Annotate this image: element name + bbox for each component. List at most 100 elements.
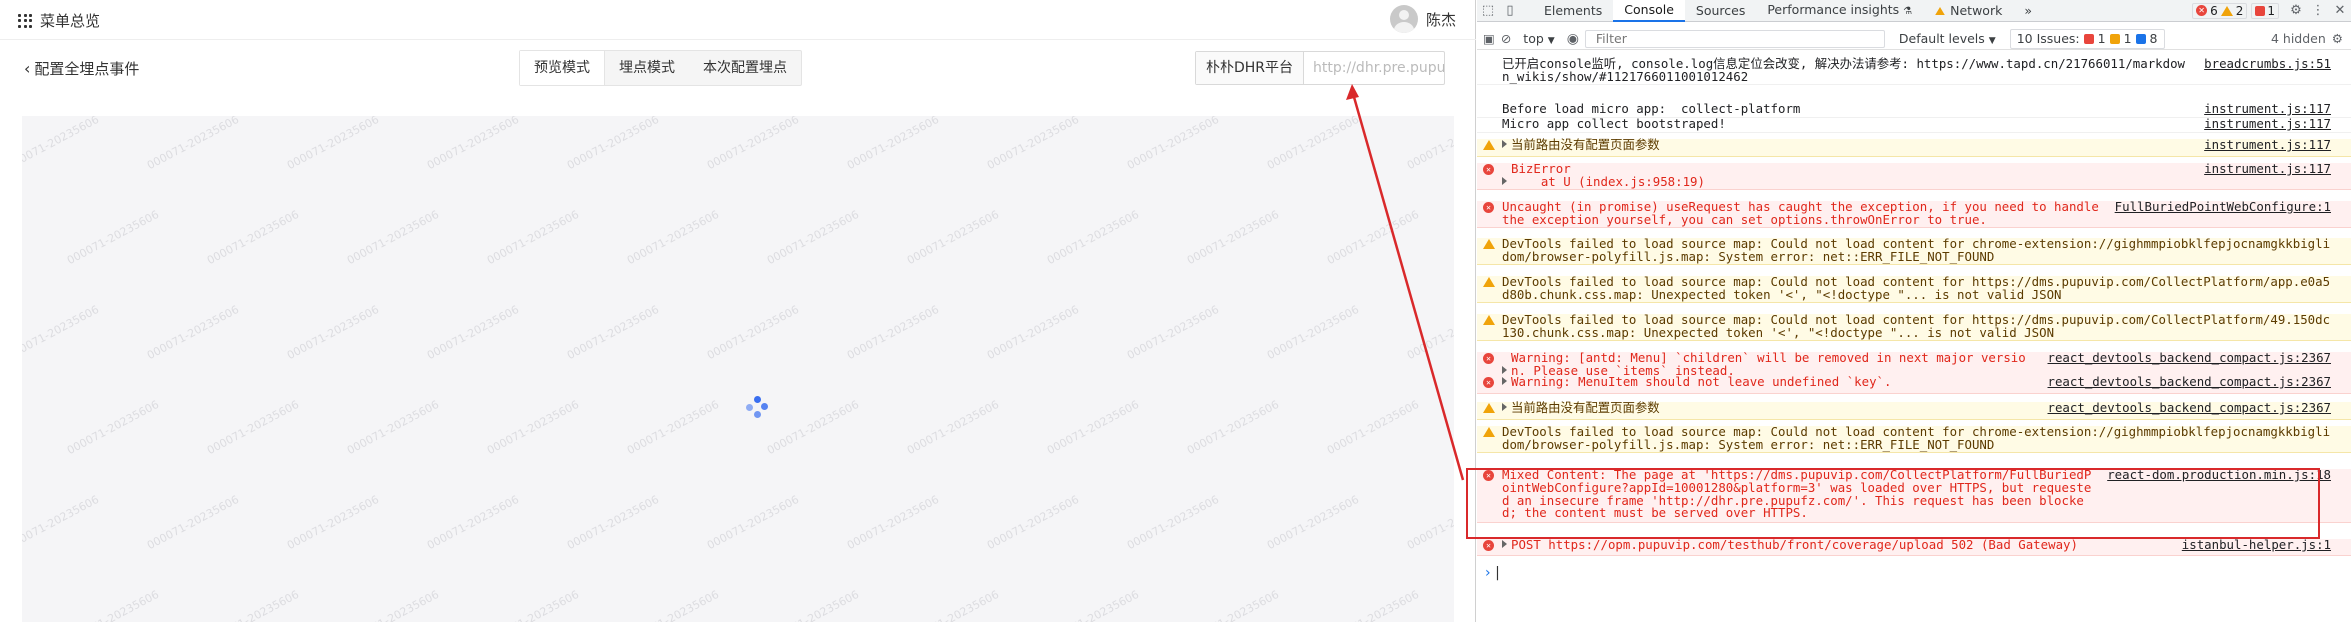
expand-triangle-icon[interactable] bbox=[1502, 403, 1507, 411]
close-icon[interactable]: ✕ bbox=[2329, 1, 2351, 21]
expand-triangle-icon[interactable] bbox=[1502, 540, 1507, 548]
loading-spinner-icon bbox=[746, 396, 768, 418]
console-message-info[interactable]: Micro app collect bootstraped! instrument… bbox=[1477, 117, 2351, 133]
console-message-warning[interactable]: 当前路由没有配置页面参数 react_devtools_backend_compa… bbox=[1477, 401, 2351, 420]
tab-elements[interactable]: Elements bbox=[1533, 0, 1613, 21]
chevron-down-icon: ▼ bbox=[1547, 36, 1555, 46]
console-message-error[interactable]: ✕ POST https://opm.pupuvip.com/testhub/fr… bbox=[1477, 538, 2351, 556]
watermark-text: 000071-20235606 bbox=[284, 116, 382, 173]
console-source-link[interactable]: instrument.js:117 bbox=[2196, 138, 2331, 152]
menu-overview-button[interactable]: 菜单总览 bbox=[18, 10, 100, 31]
error-count: 6 bbox=[2210, 3, 2218, 18]
avatar bbox=[1389, 5, 1418, 33]
issues-info: 8 bbox=[2149, 30, 2158, 46]
filter-input[interactable]: Filter bbox=[1584, 29, 1885, 48]
sidebar-toggle-icon[interactable]: ▣ bbox=[1483, 31, 1495, 46]
watermark-text: 000071-20235606 bbox=[344, 207, 442, 268]
watermark-text: 000071-20235606 bbox=[144, 116, 242, 173]
console-source-link[interactable]: breadcrumbs.js:51 bbox=[2196, 57, 2331, 71]
watermark-text: 000071-20235606 bbox=[1124, 302, 1222, 363]
watermark-text: 000071-20235606 bbox=[764, 207, 862, 268]
watermark-text: 000071-20235606 bbox=[844, 302, 942, 363]
console-message-text: DevTools failed to load source map: Coul… bbox=[1502, 312, 2331, 340]
console-message-warning[interactable]: DevTools failed to load source map: Coul… bbox=[1477, 312, 2351, 341]
console-message-warning[interactable]: 当前路由没有配置页面参数 instrument.js:117 bbox=[1477, 138, 2351, 157]
tab-network[interactable]: Network bbox=[1923, 0, 2013, 21]
clear-console-icon[interactable]: ⊘ bbox=[1501, 31, 1511, 46]
watermark-text: 000071-20235606 bbox=[1404, 116, 1454, 173]
console-source-link[interactable]: istanbul-helper.js:1 bbox=[2173, 538, 2331, 552]
watermark-text: 000071-20235606 bbox=[844, 116, 942, 173]
expand-triangle-icon[interactable] bbox=[1502, 377, 1507, 385]
back-button[interactable]: ‹ 配置全埋点事件 bbox=[24, 58, 139, 79]
issues-count-badge[interactable]: 1 bbox=[2251, 2, 2279, 19]
expand-triangle-icon[interactable] bbox=[1502, 176, 1507, 185]
tab-tracking-mode[interactable]: 埋点模式 bbox=[605, 51, 689, 85]
issues-button[interactable]: 10 Issues: 1 1 8 bbox=[2009, 28, 2165, 49]
console-source-link[interactable]: react_devtools_backend_compact.js:2367 bbox=[2039, 375, 2331, 389]
console-source-link[interactable]: instrument.js:117 bbox=[2196, 162, 2331, 176]
tab-performance-insights[interactable]: Performance insights ⚗ bbox=[1756, 0, 1923, 22]
user-menu[interactable]: 陈杰 bbox=[1389, 5, 1456, 33]
watermark-text: 000071-20235606 bbox=[1044, 587, 1142, 622]
watermark-text: 000071-20235606 bbox=[564, 116, 662, 173]
console-message-text: DevTools failed to load source map: Coul… bbox=[1502, 236, 2331, 264]
watermark-text: 000071-20235606 bbox=[624, 397, 722, 458]
console-message-warning[interactable]: DevTools failed to load source map: Coul… bbox=[1477, 425, 2351, 453]
watermark-text: 000071-20235606 bbox=[704, 116, 802, 173]
error-count-badge[interactable]: ✕ 6 2 bbox=[2192, 2, 2248, 19]
watermark-text: 000071-20235606 bbox=[1044, 207, 1142, 268]
issue-info-icon bbox=[2135, 33, 2146, 44]
watermark-text: 000071-20235606 bbox=[424, 302, 522, 363]
tab-preview-mode[interactable]: 预览模式 bbox=[520, 51, 605, 85]
expand-triangle-icon[interactable] bbox=[1502, 365, 1507, 374]
watermark-text: 000071-20235606 bbox=[1044, 397, 1142, 458]
console-source-link[interactable]: react_devtools_backend_compact.js:2367 bbox=[2039, 351, 2331, 365]
console-message-error[interactable]: ✕ Uncaught (in promise) useRequest has ca… bbox=[1477, 200, 2351, 228]
tab-current-config[interactable]: 本次配置埋点 bbox=[689, 51, 801, 85]
watermark-text: 000071-20235606 bbox=[984, 116, 1082, 173]
expand-triangle-icon[interactable] bbox=[1502, 140, 1507, 148]
console-message-info[interactable]: 已开启console监听, console.log信息定位会改变, 解决办法请参… bbox=[1477, 57, 2351, 85]
watermark-text: 000071-20235606 bbox=[1324, 397, 1422, 458]
console-settings-gear-icon[interactable]: ⚙ bbox=[2332, 31, 2343, 46]
console-toolbar: ▣ ⊘ top ▼ ◉ Filter Default levels ▼ 10 I… bbox=[1477, 28, 2351, 50]
gear-icon[interactable]: ⚙ bbox=[2285, 1, 2307, 21]
console-message-warning[interactable]: DevTools failed to load source map: Coul… bbox=[1477, 236, 2351, 265]
issues-warnings: 1 bbox=[2123, 30, 2132, 46]
watermark-text: 000071-20235606 bbox=[1324, 207, 1422, 268]
more-tabs-icon[interactable]: » bbox=[2013, 0, 2043, 21]
warning-icon bbox=[2220, 5, 2233, 16]
console-message-warning[interactable]: DevTools failed to load source map: Coul… bbox=[1477, 275, 2351, 303]
watermark-text: 000071-20235606 bbox=[1184, 207, 1282, 268]
platform-url-input[interactable]: http://dhr.pre.pupu bbox=[1304, 52, 1444, 84]
kebab-menu-icon[interactable]: ⋮ bbox=[2307, 1, 2329, 21]
console-message-error[interactable]: ✕ BizError at U (index.js:958:19) instrume… bbox=[1477, 162, 2351, 190]
console-source-link[interactable]: instrument.js:117 bbox=[2196, 102, 2331, 116]
console-message-error[interactable]: ✕ Warning: MenuItem should not leave unde… bbox=[1477, 375, 2351, 394]
watermark-text: 000071-20235606 bbox=[704, 302, 802, 363]
tab-sources[interactable]: Sources bbox=[1685, 0, 1756, 21]
watermark-text: 000071-20235606 bbox=[764, 397, 862, 458]
watermark-text: 000071-20235606 bbox=[984, 492, 1082, 553]
tab-performance-insights-label: Performance insights bbox=[1767, 2, 1900, 17]
error-icon: ✕ bbox=[2196, 5, 2208, 16]
watermark-text: 000071-20235606 bbox=[344, 397, 442, 458]
watermark-text: 000071-20235606 bbox=[1404, 492, 1454, 553]
console-source-link[interactable]: FullBuriedPointWebConfigure:1 bbox=[2106, 200, 2331, 214]
watermark-text: 000071-20235606 bbox=[1264, 116, 1362, 173]
error-icon: ✕ bbox=[1483, 164, 1494, 175]
device-toolbar-icon[interactable]: ▯ bbox=[1499, 1, 1521, 21]
watermark-text: 000071-20235606 bbox=[64, 397, 162, 458]
devtools-tab-bar: ⬚ ▯ Elements Console Sources Performance… bbox=[1477, 0, 2351, 22]
warning-icon bbox=[1483, 140, 1495, 150]
console-source-link[interactable]: react_devtools_backend_compact.js:2367 bbox=[2039, 401, 2331, 415]
console-prompt-input[interactable]: › | bbox=[1477, 565, 2351, 587]
tab-console[interactable]: Console bbox=[1613, 0, 1685, 22]
levels-dropdown[interactable]: Default levels ▼ bbox=[1891, 31, 2004, 46]
inspect-element-icon[interactable]: ⬚ bbox=[1477, 1, 1499, 21]
context-selector[interactable]: top ▼ bbox=[1517, 31, 1560, 46]
error-icon: ✕ bbox=[1483, 202, 1494, 213]
console-source-link[interactable]: instrument.js:117 bbox=[2196, 117, 2331, 131]
eye-icon[interactable]: ◉ bbox=[1567, 31, 1579, 47]
